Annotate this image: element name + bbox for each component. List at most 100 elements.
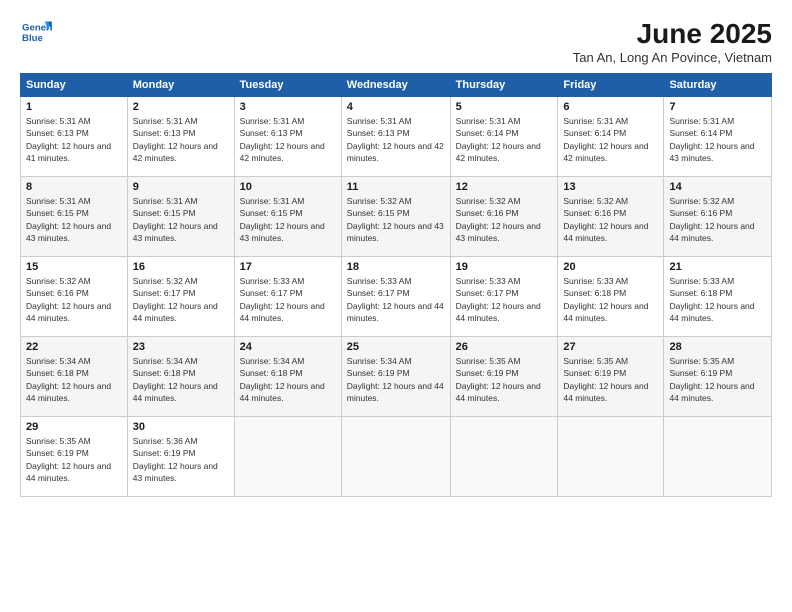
day-cell-4: 4Sunrise: 5:31 AMSunset: 6:13 PMDaylight…: [341, 97, 450, 177]
day-info: Sunrise: 5:31 AMSunset: 6:13 PMDaylight:…: [347, 115, 445, 164]
day-number: 27: [563, 341, 658, 353]
day-info: Sunrise: 5:33 AMSunset: 6:17 PMDaylight:…: [240, 275, 336, 324]
day-info: Sunrise: 5:34 AMSunset: 6:19 PMDaylight:…: [347, 355, 445, 404]
day-info: Sunrise: 5:31 AMSunset: 6:14 PMDaylight:…: [456, 115, 553, 164]
empty-cell: [558, 417, 664, 497]
week-row-1: 1 Sunrise: 5:31 AMSunset: 6:13 PMDaylight…: [21, 97, 772, 177]
day-cell-27: 27Sunrise: 5:35 AMSunset: 6:19 PMDayligh…: [558, 337, 664, 417]
day-info: Sunrise: 5:36 AMSunset: 6:19 PMDaylight:…: [133, 435, 229, 484]
day-info: Sunrise: 5:32 AMSunset: 6:16 PMDaylight:…: [669, 195, 766, 244]
day-info: Sunrise: 5:31 AMSunset: 6:13 PMDaylight:…: [240, 115, 336, 164]
day-number: 21: [669, 261, 766, 273]
logo-icon: General Blue: [20, 18, 52, 46]
day-number: 29: [26, 421, 122, 433]
day-number: 12: [456, 181, 553, 193]
day-cell-10: 10 Sunrise: 5:31 AMSunset: 6:15 PMDayligh…: [234, 177, 341, 257]
title-area: June 2025 Tan An, Long An Povince, Vietn…: [573, 18, 772, 65]
day-info: Sunrise: 5:33 AMSunset: 6:18 PMDaylight:…: [669, 275, 766, 324]
day-cell-15: 15Sunrise: 5:32 AMSunset: 6:16 PMDayligh…: [21, 257, 128, 337]
day-cell-12: 12 Sunrise: 5:32 AMSunset: 6:16 PMDayligh…: [450, 177, 558, 257]
empty-cell: [234, 417, 341, 497]
day-info: Sunrise: 5:33 AMSunset: 6:17 PMDaylight:…: [456, 275, 553, 324]
day-number: 2: [133, 101, 229, 113]
day-info: Sunrise: 5:32 AMSunset: 6:16 PMDaylight:…: [563, 195, 658, 244]
day-info: Sunrise: 5:31 AMSunset: 6:15 PMDaylight:…: [240, 195, 336, 244]
day-cell-28: 28Sunrise: 5:35 AMSunset: 6:19 PMDayligh…: [664, 337, 772, 417]
day-info: Sunrise: 5:31 AMSunset: 6:13 PMDaylight:…: [26, 115, 122, 164]
empty-cell: [664, 417, 772, 497]
day-info: Sunrise: 5:32 AMSunset: 6:16 PMDaylight:…: [456, 195, 553, 244]
day-cell-18: 18 Sunrise: 5:33 AMSunset: 6:17 PMDayligh…: [341, 257, 450, 337]
day-number: 9: [133, 181, 229, 193]
header: General Blue June 2025 Tan An, Long An P…: [20, 18, 772, 65]
day-info: Sunrise: 5:34 AMSunset: 6:18 PMDaylight:…: [240, 355, 336, 404]
empty-cell: [341, 417, 450, 497]
logo: General Blue: [20, 18, 52, 46]
day-info: Sunrise: 5:31 AMSunset: 6:14 PMDaylight:…: [669, 115, 766, 164]
day-cell-3: 3 Sunrise: 5:31 AMSunset: 6:13 PMDaylight…: [234, 97, 341, 177]
col-header-saturday: Saturday: [664, 74, 772, 97]
day-number: 15: [26, 261, 122, 273]
page: General Blue June 2025 Tan An, Long An P…: [0, 0, 792, 612]
day-cell-7: 7 Sunrise: 5:31 AMSunset: 6:14 PMDaylight…: [664, 97, 772, 177]
day-cell-14: 14Sunrise: 5:32 AMSunset: 6:16 PMDayligh…: [664, 177, 772, 257]
day-number: 30: [133, 421, 229, 433]
month-title: June 2025: [573, 18, 772, 50]
day-cell-29: 29 Sunrise: 5:35 AMSunset: 6:19 PMDayligh…: [21, 417, 128, 497]
day-number: 25: [347, 341, 445, 353]
day-cell-17: 17Sunrise: 5:33 AMSunset: 6:17 PMDayligh…: [234, 257, 341, 337]
day-cell-30: 30 Sunrise: 5:36 AMSunset: 6:19 PMDayligh…: [127, 417, 234, 497]
day-info: Sunrise: 5:31 AMSunset: 6:15 PMDaylight:…: [133, 195, 229, 244]
calendar-header-row: SundayMondayTuesdayWednesdayThursdayFrid…: [21, 74, 772, 97]
day-number: 3: [240, 101, 336, 113]
day-number: 8: [26, 181, 122, 193]
day-info: Sunrise: 5:35 AMSunset: 6:19 PMDaylight:…: [456, 355, 553, 404]
day-info: Sunrise: 5:31 AMSunset: 6:15 PMDaylight:…: [26, 195, 122, 244]
col-header-tuesday: Tuesday: [234, 74, 341, 97]
day-number: 28: [669, 341, 766, 353]
day-number: 23: [133, 341, 229, 353]
day-number: 22: [26, 341, 122, 353]
week-row-4: 22 Sunrise: 5:34 AMSunset: 6:18 PMDayligh…: [21, 337, 772, 417]
day-number: 10: [240, 181, 336, 193]
day-number: 24: [240, 341, 336, 353]
day-info: Sunrise: 5:35 AMSunset: 6:19 PMDaylight:…: [26, 435, 122, 484]
day-cell-24: 24 Sunrise: 5:34 AMSunset: 6:18 PMDayligh…: [234, 337, 341, 417]
day-number: 26: [456, 341, 553, 353]
day-cell-23: 23 Sunrise: 5:34 AMSunset: 6:18 PMDayligh…: [127, 337, 234, 417]
day-cell-9: 9 Sunrise: 5:31 AMSunset: 6:15 PMDaylight…: [127, 177, 234, 257]
day-cell-5: 5Sunrise: 5:31 AMSunset: 6:14 PMDaylight…: [450, 97, 558, 177]
week-row-5: 29 Sunrise: 5:35 AMSunset: 6:19 PMDayligh…: [21, 417, 772, 497]
day-cell-21: 21 Sunrise: 5:33 AMSunset: 6:18 PMDayligh…: [664, 257, 772, 337]
col-header-friday: Friday: [558, 74, 664, 97]
empty-cell: [450, 417, 558, 497]
day-number: 13: [563, 181, 658, 193]
day-info: Sunrise: 5:31 AMSunset: 6:13 PMDaylight:…: [133, 115, 229, 164]
day-info: Sunrise: 5:31 AMSunset: 6:14 PMDaylight:…: [563, 115, 658, 164]
day-cell-8: 8 Sunrise: 5:31 AMSunset: 6:15 PMDaylight…: [21, 177, 128, 257]
day-cell-20: 20Sunrise: 5:33 AMSunset: 6:18 PMDayligh…: [558, 257, 664, 337]
svg-text:Blue: Blue: [22, 33, 43, 44]
day-cell-16: 16Sunrise: 5:32 AMSunset: 6:17 PMDayligh…: [127, 257, 234, 337]
day-cell-22: 22 Sunrise: 5:34 AMSunset: 6:18 PMDayligh…: [21, 337, 128, 417]
day-cell-1: 1 Sunrise: 5:31 AMSunset: 6:13 PMDaylight…: [21, 97, 128, 177]
day-info: Sunrise: 5:33 AMSunset: 6:18 PMDaylight:…: [563, 275, 658, 324]
day-info: Sunrise: 5:34 AMSunset: 6:18 PMDaylight:…: [26, 355, 122, 404]
day-number: 7: [669, 101, 766, 113]
day-number: 6: [563, 101, 658, 113]
col-header-thursday: Thursday: [450, 74, 558, 97]
day-number: 18: [347, 261, 445, 273]
col-header-wednesday: Wednesday: [341, 74, 450, 97]
day-info: Sunrise: 5:33 AMSunset: 6:17 PMDaylight:…: [347, 275, 445, 324]
day-cell-26: 26 Sunrise: 5:35 AMSunset: 6:19 PMDayligh…: [450, 337, 558, 417]
calendar-table: SundayMondayTuesdayWednesdayThursdayFrid…: [20, 73, 772, 497]
day-cell-13: 13 Sunrise: 5:32 AMSunset: 6:16 PMDayligh…: [558, 177, 664, 257]
day-cell-2: 2 Sunrise: 5:31 AMSunset: 6:13 PMDaylight…: [127, 97, 234, 177]
day-number: 1: [26, 101, 122, 113]
day-number: 11: [347, 181, 445, 193]
day-info: Sunrise: 5:32 AMSunset: 6:15 PMDaylight:…: [347, 195, 445, 244]
day-cell-11: 11 Sunrise: 5:32 AMSunset: 6:15 PMDayligh…: [341, 177, 450, 257]
day-cell-25: 25 Sunrise: 5:34 AMSunset: 6:19 PMDayligh…: [341, 337, 450, 417]
day-number: 16: [133, 261, 229, 273]
day-info: Sunrise: 5:34 AMSunset: 6:18 PMDaylight:…: [133, 355, 229, 404]
